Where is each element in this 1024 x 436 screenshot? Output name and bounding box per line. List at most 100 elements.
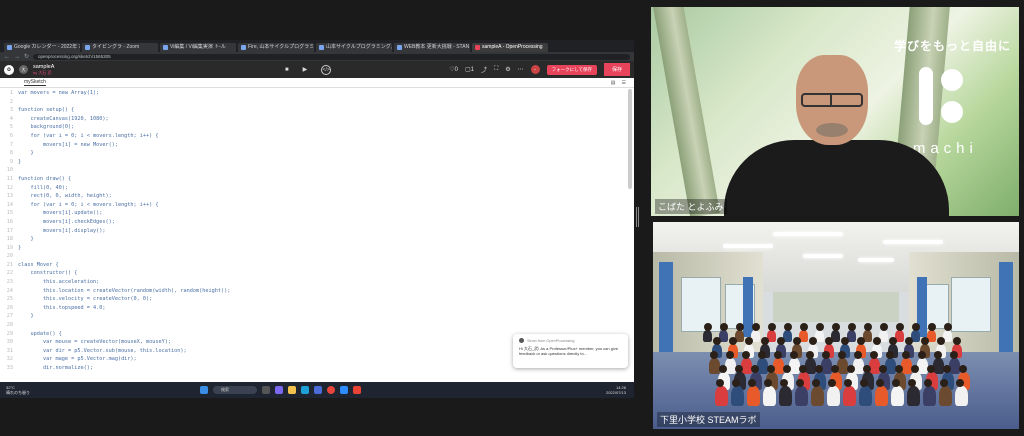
line-number: 31 <box>6 347 13 354</box>
code-text: class Mover { <box>18 261 59 268</box>
settings-icon[interactable]: ⚙ <box>505 66 510 73</box>
sketch-author[interactable]: by 大石 武 <box>33 70 54 76</box>
file-tab-mysketch[interactable]: mySketch <box>24 79 46 86</box>
browser-tab[interactable]: WEB教本 更新大挑戦 - STAN <box>394 43 470 52</box>
fullscreen-icon[interactable]: ⛶ <box>494 66 498 73</box>
student-figure <box>703 330 712 342</box>
student-head <box>768 323 776 331</box>
code-line[interactable]: 24 this.location = createVector(random(w… <box>0 287 634 296</box>
line-number: 26 <box>6 304 13 311</box>
code-line[interactable]: 11 function draw() { <box>0 175 634 184</box>
code-text: movers[i].update(); <box>18 210 103 217</box>
url-input[interactable]: openprocessing.org/sketch/1565305 <box>33 53 630 60</box>
account-avatar[interactable]: − <box>530 65 540 74</box>
student-head <box>844 379 852 387</box>
store-icon[interactable] <box>314 386 322 394</box>
code-line[interactable]: 26 this.topspeed = 4.0; <box>0 304 634 313</box>
line-number: 21 <box>6 261 13 268</box>
code-line[interactable]: 2 <box>0 98 634 107</box>
student-head <box>758 351 766 359</box>
browser-tab[interactable]: タイピングラ - Zoom <box>82 43 158 52</box>
student-head <box>736 323 744 331</box>
code-text: for (var i = 0; i < movers.length; i++) … <box>18 201 159 208</box>
student-head <box>726 351 734 359</box>
browser-tab-active[interactable]: sampleA - OpenProcessing <box>472 43 548 52</box>
student-figure <box>859 386 872 406</box>
comment-icon[interactable]: ▢1 <box>465 66 474 73</box>
student-head <box>742 351 750 359</box>
chat-icon[interactable] <box>275 386 283 394</box>
explorer-icon[interactable] <box>288 386 296 394</box>
student-figure <box>933 358 944 374</box>
code-line[interactable]: 28 <box>0 321 634 330</box>
user-avatar[interactable]: 大 <box>19 65 28 74</box>
message-toast[interactable]: Sinan from OpenProcessing Hi 大石_武! As a … <box>513 334 628 368</box>
code-line[interactable]: 10 <box>0 166 634 175</box>
share-icon[interactable]: ⤴ <box>481 65 487 74</box>
code-line[interactable]: 22 constructor() { <box>0 269 634 278</box>
back-icon[interactable]: ← <box>4 54 10 60</box>
code-line[interactable]: 18 } <box>0 235 634 244</box>
student-figure <box>789 358 800 374</box>
windows-start-icon[interactable] <box>200 386 208 394</box>
code-line[interactable]: 12 fill(0, 40); <box>0 184 634 193</box>
save-button[interactable]: 保存 <box>603 63 630 76</box>
code-line[interactable]: 4 createCanvas(1920, 1080); <box>0 115 634 124</box>
fork-button[interactable]: フォークにして保存 <box>546 64 597 75</box>
code-line[interactable]: 16 movers[i].checkEdges(); <box>0 218 634 227</box>
code-line[interactable]: 7 movers[i] = new Mover(); <box>0 141 634 150</box>
student-figure <box>837 358 848 374</box>
code-line[interactable]: 8 } <box>0 149 634 158</box>
layout-icon[interactable]: ▤ <box>611 80 616 86</box>
reload-icon[interactable]: ↻ <box>24 53 29 60</box>
forward-icon[interactable]: → <box>14 54 20 60</box>
student-head <box>860 379 868 387</box>
code-text: movers[i].display(); <box>18 227 106 234</box>
code-line[interactable]: 5 background(0); <box>0 123 634 132</box>
browser-tab[interactable]: Fire, 山本サイクルプログラミング <box>238 43 314 52</box>
code-line[interactable]: 17 movers[i].display(); <box>0 227 634 236</box>
browser-tab[interactable]: 山本サイクルプログラミング, 共有 <box>316 43 392 52</box>
code-line[interactable]: 3 function setup() { <box>0 106 634 115</box>
student-figure <box>843 386 856 406</box>
code-line[interactable]: 15 movers[i].update(); <box>0 209 634 218</box>
code-line[interactable]: 23 this.acceleration; <box>0 278 634 287</box>
weather-widget[interactable]: 32°C 晴れのち曇り <box>0 385 60 395</box>
student-figure <box>715 386 728 406</box>
task-view-icon[interactable] <box>262 386 270 394</box>
code-line[interactable]: 13 rect(0, 0, width, height); <box>0 192 634 201</box>
line-number: 10 <box>6 167 13 174</box>
editor-scrollbar[interactable] <box>628 89 632 189</box>
student-head <box>799 365 807 373</box>
zoom-icon[interactable] <box>340 386 348 394</box>
code-line[interactable]: 6 for (var i = 0; i < movers.length; i++… <box>0 132 634 141</box>
stop-icon[interactable]: ■ <box>285 67 289 73</box>
code-line[interactable]: 27 } <box>0 312 634 321</box>
browser-tab[interactable]: Vi編集 / Vi編集実演 ト-ル <box>160 43 236 52</box>
run-button[interactable]: </> <box>321 64 332 75</box>
code-line[interactable]: 1 var movers = new Array(1); <box>0 89 634 98</box>
taskbar-search[interactable]: 検索 <box>213 386 257 394</box>
app-icon[interactable] <box>353 386 361 394</box>
code-line[interactable]: 20 <box>0 252 634 261</box>
code-line[interactable]: 19} <box>0 244 634 253</box>
code-editor[interactable]: 1 var movers = new Array(1); 2 3 function se… <box>0 89 634 372</box>
browser-tab[interactable]: Google カレンダー - 2022年 7月 <box>4 43 80 52</box>
openprocessing-logo-icon[interactable]: o <box>4 64 14 75</box>
code-line[interactable]: 21 class Mover { <box>0 261 634 270</box>
play-icon[interactable]: ▶ <box>303 66 308 73</box>
code-line[interactable]: 25 this.velocity = createVector(0, 0); <box>0 295 634 304</box>
student-head <box>857 337 865 345</box>
heart-icon[interactable]: ♡0 <box>449 66 458 73</box>
menu-icon[interactable]: ☰ <box>622 80 626 86</box>
panel-resize-handle[interactable] <box>636 207 640 227</box>
code-line[interactable]: 9} <box>0 158 634 167</box>
chrome-icon[interactable] <box>327 386 335 394</box>
line-number: 16 <box>6 218 13 225</box>
code-line[interactable]: 14 for (var i = 0; i < movers.length; i+… <box>0 201 634 210</box>
more-icon[interactable]: ⋯ <box>518 66 524 73</box>
student-head <box>825 337 833 345</box>
edge-icon[interactable] <box>301 386 309 394</box>
taskbar-clock[interactable]: 14:26 2022/07/13 <box>606 385 626 395</box>
line-number: 4 <box>9 115 13 122</box>
